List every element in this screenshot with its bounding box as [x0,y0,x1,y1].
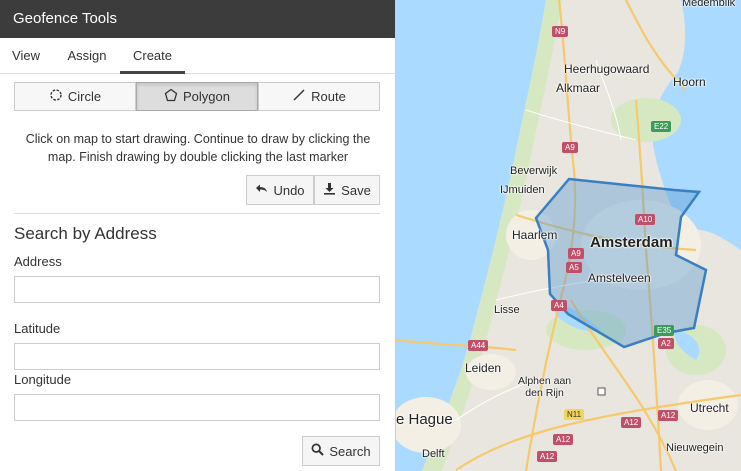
road-badge: A12 [553,434,574,445]
place-delft: Delft [422,448,445,460]
tab-create[interactable]: Create [120,38,185,74]
road-badge: N11 [564,409,585,420]
place-beverwijk: Beverwijk [510,165,558,177]
road-badge: A9 [562,142,578,153]
road-badge: N9 [552,26,569,37]
search-heading: Search by Address [14,224,157,243]
road-badge: A44 [468,340,489,351]
road-badge: A12 [621,417,642,428]
place-lisse: Lisse [494,304,520,316]
place-alkmaar: Alkmaar [556,81,601,95]
search-icon [311,443,325,459]
tab-bar: View Assign Create [0,38,396,74]
undo-button[interactable]: Undo [246,175,314,205]
road-badge: A9 [568,248,584,259]
geofence-panel: Geofence Tools View Assign Create Circle… [0,0,396,471]
road-badge: A5 [566,262,582,273]
undo-arrow-icon [255,182,268,198]
polygon-icon [164,88,178,105]
place-haarlem: Haarlem [512,228,558,242]
tab-assign[interactable]: Assign [57,38,117,74]
place-amstelveen: Amstelveen [588,271,651,285]
circle-mode-button[interactable]: Circle [14,82,136,111]
route-line-icon [292,88,306,105]
road-badge: A4 [551,300,567,311]
circle-mode-label: Circle [67,89,102,104]
place-the-hague: e Hague [396,411,453,428]
latitude-input[interactable] [14,343,380,370]
place-leiden: Leiden [465,361,502,375]
polygon-mode-button[interactable]: Polygon [136,82,258,111]
place-amsterdam: Amsterdam [590,234,673,251]
circle-icon [49,88,63,105]
map-canvas[interactable]: Medemblik Heerhugowaard Alkmaar Hoorn Be… [396,0,741,471]
latitude-label: Latitude [14,321,61,336]
road-badge: A12 [658,410,679,421]
save-button[interactable]: Save [314,175,380,205]
route-mode-button[interactable]: Route [258,82,380,111]
road-badge: A2 [658,338,674,349]
save-label: Save [341,182,371,198]
search-button[interactable]: Search [302,436,380,466]
place-nieuwegein: Nieuwegein [666,442,724,454]
place-hoorn: Hoorn [673,75,706,89]
longitude-input[interactable] [14,394,380,421]
drawing-instructions: Click on map to start drawing. Continue … [25,132,371,164]
road-badge: E22 [651,121,672,132]
app-title: Geofence Tools [0,0,395,38]
road-badge: E35 [654,325,675,336]
tab-view[interactable]: View [0,38,52,74]
address-input[interactable] [14,276,380,303]
road-badge: A10 [635,214,656,225]
place-medemblik: Medemblik [682,0,736,9]
search-button-label: Search [329,443,371,459]
address-label: Address [14,254,62,269]
longitude-label: Longitude [14,372,72,387]
download-icon [323,182,336,198]
place-alphen-aan-den-rijn: Alphen aan den Rijn [518,375,572,399]
draw-mode-group: Circle Polygon Route [14,82,380,111]
place-ijmuiden: IJmuiden [500,184,545,196]
section-divider [14,213,380,214]
green-area [611,98,681,142]
road-badge: A12 [537,451,558,462]
undo-label: Undo [273,182,305,198]
place-utrecht: Utrecht [690,401,729,415]
route-mode-label: Route [311,89,346,104]
map-marker[interactable] [597,387,606,396]
place-heerhugowaard: Heerhugowaard [564,62,650,76]
polygon-mode-label: Polygon [183,89,230,104]
